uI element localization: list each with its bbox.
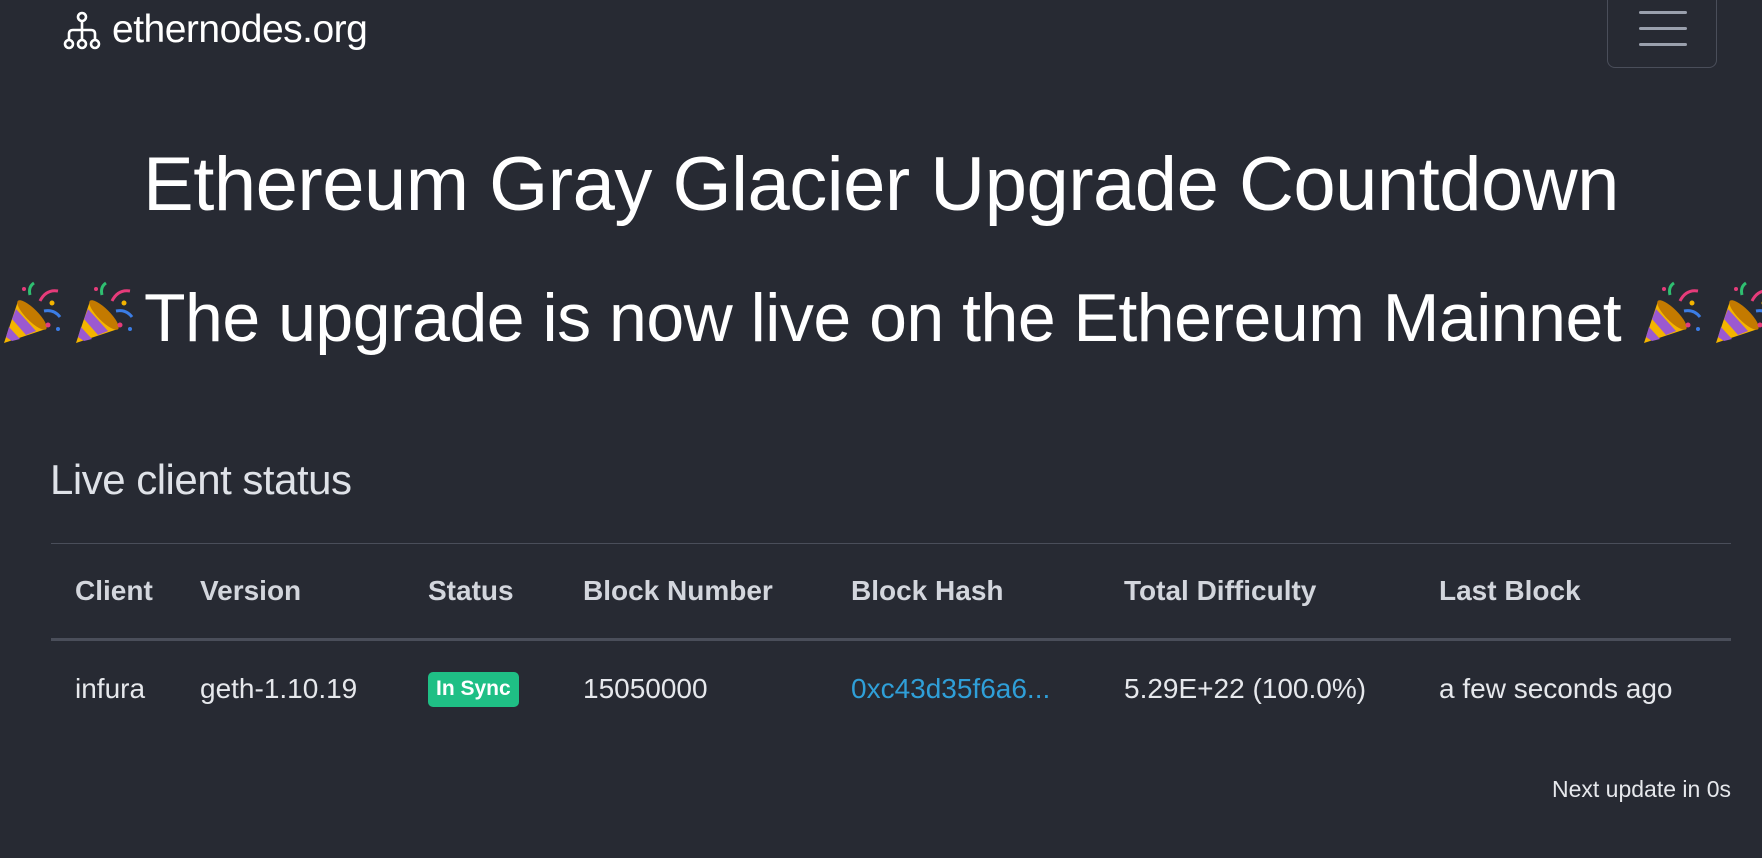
block-hash-link[interactable]: 0xc43d35f6a6... <box>851 673 1050 704</box>
column-header-total-difficulty: Total Difficulty <box>1100 543 1415 641</box>
network-nodes-icon <box>63 11 101 50</box>
party-popper-icon <box>1715 281 1762 343</box>
party-popper-icon <box>1643 281 1701 343</box>
next-update-text: Next update in 0s <box>1551 776 1731 802</box>
column-header-block-hash: Block Hash <box>827 543 1100 641</box>
hamburger-menu-icon <box>1639 11 1687 14</box>
brand-name: ethernodes.org <box>112 8 368 51</box>
client-cell: infura <box>75 673 146 704</box>
status-badge: In Sync <box>428 671 519 707</box>
page-title: Ethereum Gray Glacier Upgrade Countdown <box>143 142 1619 227</box>
menu-toggle-button[interactable] <box>1607 0 1717 68</box>
hamburger-bar <box>1639 27 1687 30</box>
last-block-cell: a few seconds ago <box>1439 673 1673 704</box>
party-popper-icon <box>4 281 62 343</box>
table-header-row: Client Version Status Block Number Block… <box>51 543 1731 641</box>
party-popper-icon <box>76 281 134 343</box>
section-title: Live client status <box>50 456 352 503</box>
total-difficulty-cell: 5.29E+22 (100.0%) <box>1124 673 1367 704</box>
version-cell: geth-1.10.19 <box>200 673 358 704</box>
column-header-client: Client <box>51 543 176 641</box>
block-hash-cell: 0xc43d35f6a6... <box>827 640 1100 738</box>
status-cell: In Sync <box>404 640 559 738</box>
table-row: infura geth-1.10.19 In Sync 15050000 0xc… <box>51 640 1731 738</box>
column-header-version: Version <box>176 543 404 641</box>
upgrade-live-banner: The upgrade is now live on the Ethereum … <box>0 276 1762 360</box>
column-header-last-block: Last Block <box>1415 543 1731 641</box>
brand-link[interactable]: ethernodes.org <box>62 8 368 52</box>
client-status-table: Client Version Status Block Number Block… <box>51 543 1731 737</box>
column-header-status: Status <box>404 543 559 641</box>
banner-text: The upgrade is now live on the Ethereum … <box>144 280 1622 356</box>
hamburger-bar <box>1639 43 1687 46</box>
navbar: ethernodes.org <box>0 0 1762 70</box>
block-number-cell: 15050000 <box>583 673 708 704</box>
table-header: Client Version Status Block Number Block… <box>51 543 1731 641</box>
column-header-block-number: Block Number <box>559 543 827 641</box>
